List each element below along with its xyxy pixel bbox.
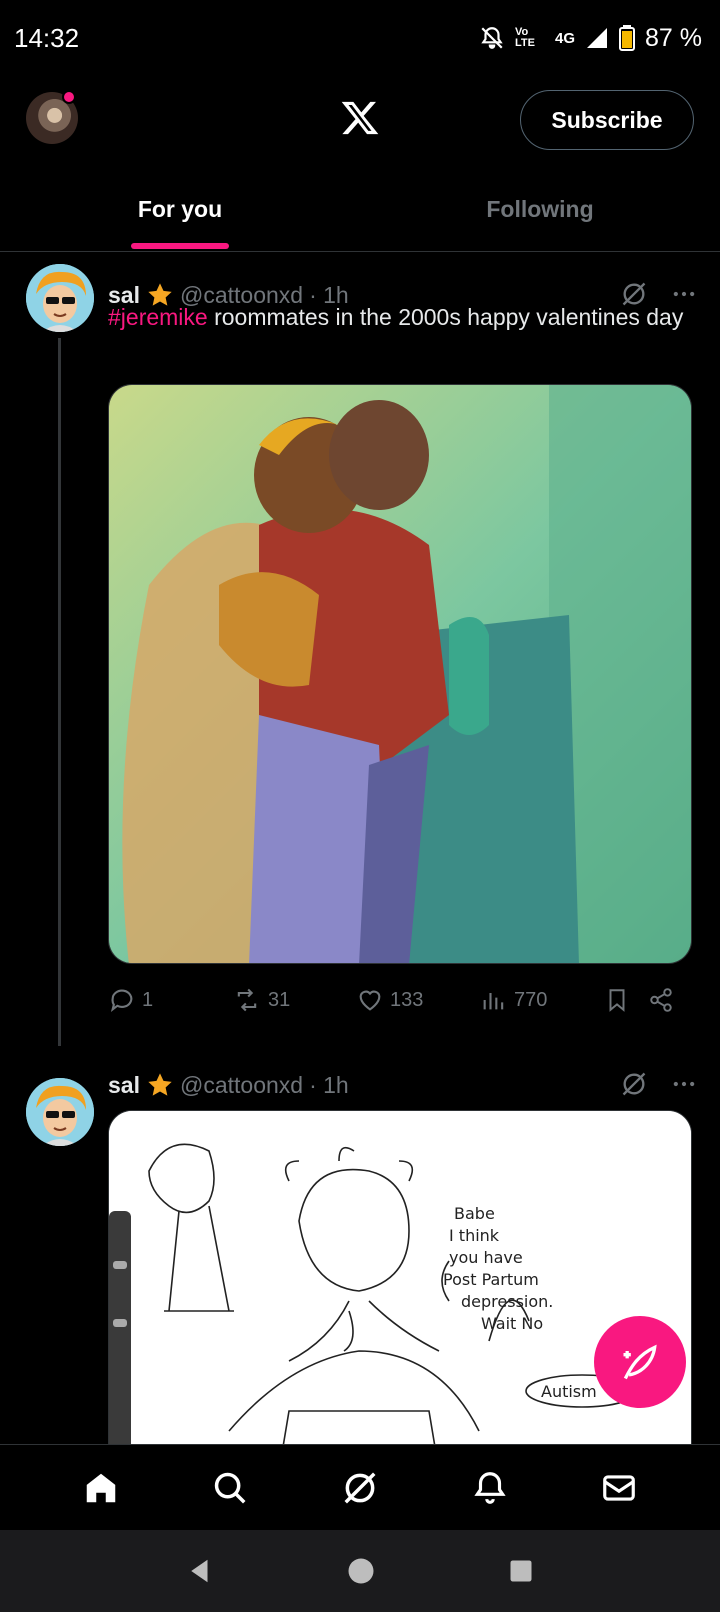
tab-for-you[interactable]: For you xyxy=(0,168,360,251)
network-type: 4G xyxy=(555,29,576,47)
bottom-navigation xyxy=(0,1444,720,1530)
nav-search[interactable] xyxy=(200,1458,260,1518)
author-handle[interactable]: @cattoonxd xyxy=(180,1072,303,1099)
like-count: 133 xyxy=(390,988,424,1011)
sketch-label: Autism xyxy=(541,1382,597,1401)
signal-icon xyxy=(585,26,609,50)
messages-icon xyxy=(603,1474,636,1501)
post-header-actions xyxy=(620,1070,698,1098)
tab-label: Following xyxy=(486,196,594,222)
sketch-speech-line: I think xyxy=(449,1226,500,1245)
muted-bell-icon xyxy=(479,25,505,51)
views-icon xyxy=(483,993,504,1010)
search-icon xyxy=(215,1472,246,1503)
bookmark-button[interactable] xyxy=(604,986,648,1014)
hashtag-link[interactable]: #jeremike xyxy=(108,304,208,330)
nav-home[interactable] xyxy=(71,1458,131,1518)
like-icon xyxy=(359,990,381,1011)
sketch-speech-line: Post Partum xyxy=(443,1270,539,1289)
post-body: roommates in the 2000s happy valentines … xyxy=(207,304,684,330)
sketch-speech-line: depression. xyxy=(461,1292,553,1311)
share-icon xyxy=(650,988,672,1012)
post-text: #jeremike roommates in the 2000s happy v… xyxy=(108,300,688,334)
status-time: 14:32 xyxy=(14,22,80,53)
post-time: · 1h xyxy=(309,1071,349,1098)
status-icons: Vo LTE 4G 87 % xyxy=(479,24,702,53)
repost-icon xyxy=(237,988,257,1012)
home-icon xyxy=(86,1473,116,1502)
bookmark-icon xyxy=(609,989,625,1012)
app-header: Subscribe xyxy=(0,76,720,168)
notification-dot xyxy=(62,90,76,104)
notifications-icon xyxy=(473,1471,506,1504)
timeline-tabs: For you Following xyxy=(0,168,720,252)
thread-line xyxy=(58,338,61,1046)
author-name[interactable]: sal xyxy=(108,1072,140,1099)
post-header: sal @cattoonxd · 1h xyxy=(108,1068,349,1102)
reply-count: 1 xyxy=(142,988,154,1011)
nav-messages[interactable] xyxy=(589,1458,649,1518)
avatar[interactable] xyxy=(26,264,94,332)
repost-button[interactable]: 31 xyxy=(232,986,356,1014)
battery-icon xyxy=(619,25,636,51)
post-image[interactable] xyxy=(108,384,692,964)
reply-button[interactable]: 1 xyxy=(108,986,232,1014)
post-image[interactable]: Babe I think you have Post Partum depres… xyxy=(108,1110,692,1444)
reply-icon xyxy=(110,989,133,1012)
compose-button[interactable] xyxy=(594,1316,686,1408)
grok-icon[interactable] xyxy=(620,1070,648,1098)
views-button[interactable]: 770 xyxy=(480,986,604,1014)
back-icon[interactable] xyxy=(185,1556,215,1586)
grok-icon xyxy=(344,1472,376,1503)
more-icon[interactable] xyxy=(670,1070,698,1098)
post[interactable]: sal @cattoonxd · 1h #jeremike roommates … xyxy=(0,252,720,1052)
system-navigation xyxy=(0,1530,720,1612)
active-tab-indicator xyxy=(131,243,229,249)
post-actions: 1 31 133 770 xyxy=(108,980,692,1020)
volte-indicator: Vo LTE xyxy=(515,26,535,49)
recents-icon[interactable] xyxy=(507,1557,535,1585)
view-count: 770 xyxy=(514,988,548,1011)
repost-count: 31 xyxy=(268,988,291,1011)
share-button[interactable] xyxy=(648,986,688,1014)
nav-notifications[interactable] xyxy=(460,1458,520,1518)
nav-grok[interactable] xyxy=(330,1458,390,1518)
status-bar: 14:32 Vo LTE 4G 87 % xyxy=(0,0,720,76)
sketch-speech-line: you have xyxy=(449,1248,523,1267)
avatar[interactable] xyxy=(26,1078,94,1146)
star-badge-icon xyxy=(148,1073,172,1096)
x-logo-icon[interactable] xyxy=(340,98,380,138)
sketch-speech-line: Wait No xyxy=(481,1314,543,1333)
home-circle-icon[interactable] xyxy=(346,1556,376,1586)
battery-percent: 87 % xyxy=(645,23,702,52)
compose-icon xyxy=(623,1344,657,1380)
sketch-speech-line: Babe xyxy=(454,1204,495,1223)
subscribe-button[interactable]: Subscribe xyxy=(520,90,694,150)
like-button[interactable]: 133 xyxy=(356,986,480,1014)
tab-label: For you xyxy=(137,196,223,222)
tab-following[interactable]: Following xyxy=(360,168,720,251)
